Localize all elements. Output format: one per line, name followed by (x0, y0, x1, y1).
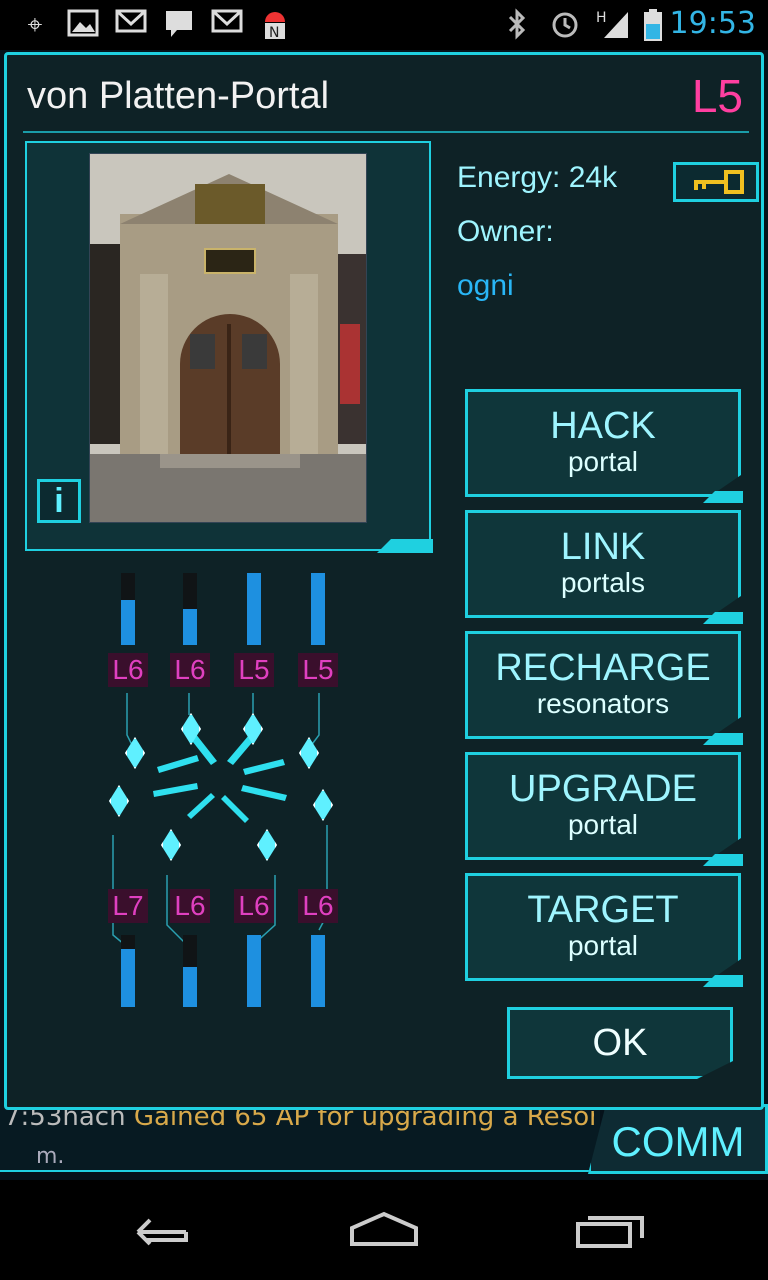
owner-label: Owner: (457, 215, 554, 248)
svg-text:N: N (269, 25, 279, 41)
resonator-level: L6 (108, 653, 148, 687)
button-sub-label: resonators (536, 688, 670, 719)
button-main-label: HACK (550, 405, 656, 447)
clock: 19:53 (669, 6, 756, 41)
link-portals-button[interactable]: LINK portals (465, 510, 741, 618)
comm-button[interactable]: COMM (588, 1104, 768, 1174)
resonator-charge-fill (311, 573, 325, 645)
svg-text:H: H (596, 10, 607, 26)
android-icon: N (258, 8, 292, 42)
resonator-charge-bar (247, 573, 261, 645)
resonator-level: L5 (234, 653, 274, 687)
button-sub-label: portal (567, 446, 639, 477)
resonator-level: L6 (298, 889, 338, 923)
button-sub-label: portal (567, 809, 639, 840)
energy-readout: Energy: 24k (457, 161, 617, 195)
resonator-level: L6 (234, 889, 274, 923)
resonator-charge-fill (311, 935, 325, 1007)
key-icon (676, 170, 756, 203)
resonator-charge-fill (247, 935, 261, 1007)
image-icon (66, 8, 100, 42)
button-main-label: UPGRADE (509, 768, 697, 810)
button-main-label: TARGET (527, 889, 679, 931)
gps-icon: ⌖ (27, 10, 43, 40)
resonator-level: L5 (298, 653, 338, 687)
key-button[interactable] (673, 162, 759, 202)
resonator-level: L6 (170, 889, 210, 923)
bluetooth-icon (500, 8, 534, 42)
comm-message-line2: m. (36, 1144, 65, 1169)
resonator-charge-bar (183, 573, 197, 645)
resonator-charge-bar (121, 935, 135, 1007)
upgrade-portal-button[interactable]: UPGRADE portal (465, 752, 741, 860)
resonator-charge-fill (121, 949, 135, 1007)
gmail-icon (210, 8, 244, 42)
resonator-level: L7 (108, 889, 148, 923)
portal-level: L5 (691, 70, 743, 122)
signal-icon: H (596, 8, 630, 42)
button-sub-label: portal (567, 930, 639, 961)
resonator-charge-fill (183, 609, 197, 645)
button-sub-label: portals (560, 567, 646, 598)
resonator-charge-bar (311, 573, 325, 645)
resonator-links (112, 693, 328, 946)
resonator-level: L6 (170, 653, 210, 687)
resonator-charge-bar (247, 935, 261, 1007)
gmail-icon (114, 8, 148, 42)
energy-value: 24k (568, 161, 618, 194)
resonator-charge-fill (121, 600, 135, 645)
resonator-charge-fill (183, 967, 197, 1007)
hack-portal-button[interactable]: HACK portal (465, 389, 741, 497)
recent-apps-icon[interactable] (570, 1210, 650, 1250)
ok-button[interactable]: OK (507, 1007, 733, 1079)
resonator-charge-bar (311, 935, 325, 1007)
energy-label: Energy: (457, 161, 561, 194)
battery-icon (636, 8, 670, 42)
portal-dialog: von Platten-Portal L5 i Energy: 24k Owne… (4, 52, 764, 1110)
owner-name[interactable]: ogni (457, 269, 514, 303)
alarm-icon (548, 8, 582, 42)
status-bar: ⌖ N H 19:53 (0, 0, 768, 50)
resonator-charge-bar (121, 573, 135, 645)
recharge-resonators-button[interactable]: RECHARGE resonators (465, 631, 741, 739)
home-icon[interactable] (344, 1210, 424, 1250)
target-portal-button[interactable]: TARGET portal (465, 873, 741, 981)
back-icon[interactable] (120, 1210, 200, 1250)
resonator-charge-fill (247, 573, 261, 645)
button-main-label: RECHARGE (495, 647, 711, 689)
comm-ticker[interactable]: 7:53hach Gained 65 AP for upgrading a Re… (0, 1100, 600, 1172)
button-main-label: LINK (560, 526, 646, 568)
navigation-bar (0, 1180, 768, 1280)
messages-icon (162, 8, 196, 42)
resonator-charge-bar (183, 935, 197, 1007)
resonator-diagram: L6 L6 L5 L5 L7 L6 L6 L6 (7, 55, 457, 1055)
